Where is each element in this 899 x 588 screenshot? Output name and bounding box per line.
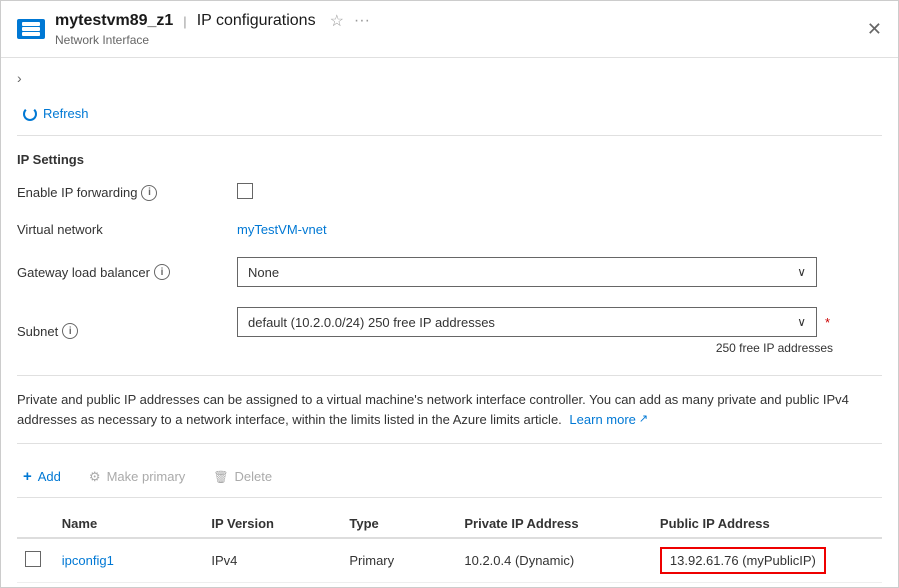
row-ip-version-cell: IPv4: [203, 538, 341, 583]
virtual-network-row: Virtual network myTestVM-vnet: [17, 222, 882, 237]
row-private-ip-cell: 10.2.0.4 (Dynamic): [456, 538, 652, 583]
resource-icon: [17, 19, 45, 39]
add-label: Add: [38, 469, 61, 484]
expand-nav-icon[interactable]: ›: [17, 62, 22, 86]
gateway-lb-control: None ∨: [237, 257, 882, 287]
col-header-name: Name: [54, 510, 204, 538]
ipconfig-link[interactable]: ipconfig1: [62, 553, 114, 568]
col-header-public-ip: Public IP Address: [652, 510, 882, 538]
page-title: IP configurations: [197, 12, 316, 30]
virtual-network-link[interactable]: myTestVM-vnet: [237, 222, 327, 237]
row-public-ip-cell: 13.92.61.76 (myPublicIP): [652, 538, 882, 583]
col-header-ip-version: IP Version: [203, 510, 341, 538]
row-type-cell: Primary: [341, 538, 456, 583]
refresh-button[interactable]: Refresh: [17, 102, 95, 125]
title-bar: mytestvm89_z1 | IP configurations ☆ ··· …: [1, 1, 898, 58]
virtual-network-control: myTestVM-vnet: [237, 222, 882, 237]
col-header-checkbox: [17, 510, 54, 538]
content-area: › Refresh IP Settings Enable IP forwardi…: [1, 58, 898, 587]
title-divider: |: [183, 14, 186, 29]
close-button[interactable]: ✕: [867, 19, 882, 40]
make-primary-label: Make primary: [107, 469, 186, 484]
external-link-icon: ↗: [639, 411, 648, 428]
ip-settings-section: IP Settings Enable IP forwarding i Virtu…: [17, 152, 882, 355]
make-primary-icon: ⚙: [89, 469, 101, 485]
add-button[interactable]: + Add: [17, 464, 67, 489]
make-primary-button[interactable]: ⚙ Make primary: [83, 465, 191, 489]
gateway-lb-value: None: [248, 265, 279, 280]
gateway-lb-row: Gateway load balancer i None ∨: [17, 257, 882, 287]
subnet-chevron-icon: ∨: [797, 315, 806, 329]
row-name-cell: ipconfig1: [54, 538, 204, 583]
gateway-lb-chevron-icon: ∨: [797, 265, 806, 279]
subnet-select[interactable]: default (10.2.0.0/24) 250 free IP addres…: [237, 307, 817, 337]
learn-more-link[interactable]: Learn more ↗: [569, 410, 648, 430]
learn-more-label: Learn more: [569, 410, 635, 430]
refresh-icon: [23, 107, 37, 121]
toolbar: Refresh: [17, 92, 882, 136]
row-select-checkbox[interactable]: [25, 551, 41, 567]
info-box: Private and public IP addresses can be a…: [17, 375, 882, 444]
gateway-lb-info-icon[interactable]: i: [154, 264, 170, 280]
refresh-label: Refresh: [43, 106, 89, 121]
enable-forwarding-info-icon[interactable]: i: [141, 185, 157, 201]
col-header-private-ip: Private IP Address: [456, 510, 652, 538]
enable-forwarding-control: [237, 183, 882, 202]
subnet-info-icon[interactable]: i: [62, 323, 78, 339]
gateway-lb-select[interactable]: None ∨: [237, 257, 817, 287]
delete-icon: 🗑: [213, 470, 228, 484]
enable-forwarding-checkbox[interactable]: [237, 183, 253, 199]
free-ip-note: 250 free IP addresses: [237, 341, 833, 355]
more-options-icon[interactable]: ···: [354, 12, 370, 30]
enable-forwarding-row: Enable IP forwarding i: [17, 183, 882, 202]
section-title: IP Settings: [17, 152, 882, 167]
info-box-text: Private and public IP addresses can be a…: [17, 392, 849, 427]
virtual-network-label: Virtual network: [17, 222, 237, 237]
subnet-value: default (10.2.0.0/24) 250 free IP addres…: [248, 315, 495, 330]
title-text-area: mytestvm89_z1 | IP configurations ☆ ··· …: [55, 11, 370, 47]
subnet-label: Subnet i: [17, 323, 237, 339]
row-checkbox-cell: [17, 538, 54, 583]
main-window: mytestvm89_z1 | IP configurations ☆ ··· …: [0, 0, 899, 588]
public-ip-value: 13.92.61.76 (myPublicIP): [660, 547, 826, 574]
subnet-row: Subnet i default (10.2.0.0/24) 250 free …: [17, 307, 882, 355]
action-bar: + Add ⚙ Make primary 🗑 Delete: [17, 456, 882, 498]
delete-button[interactable]: 🗑 Delete: [207, 465, 278, 488]
resource-name: mytestvm89_z1: [55, 12, 173, 30]
subnet-required-star: *: [825, 315, 830, 330]
delete-label: Delete: [235, 469, 273, 484]
resource-type-label: Network Interface: [55, 33, 370, 47]
subnet-control: default (10.2.0.0/24) 250 free IP addres…: [237, 307, 882, 355]
col-header-type: Type: [341, 510, 456, 538]
enable-forwarding-label: Enable IP forwarding i: [17, 185, 237, 201]
gateway-lb-label: Gateway load balancer i: [17, 264, 237, 280]
table-header-row: Name IP Version Type Private IP Address …: [17, 510, 882, 538]
ip-configs-table: Name IP Version Type Private IP Address …: [17, 510, 882, 583]
add-icon: +: [23, 468, 32, 485]
table-row: ipconfig1 IPv4 Primary 10.2.0.4 (Dynamic…: [17, 538, 882, 583]
favorite-icon[interactable]: ☆: [330, 11, 344, 31]
